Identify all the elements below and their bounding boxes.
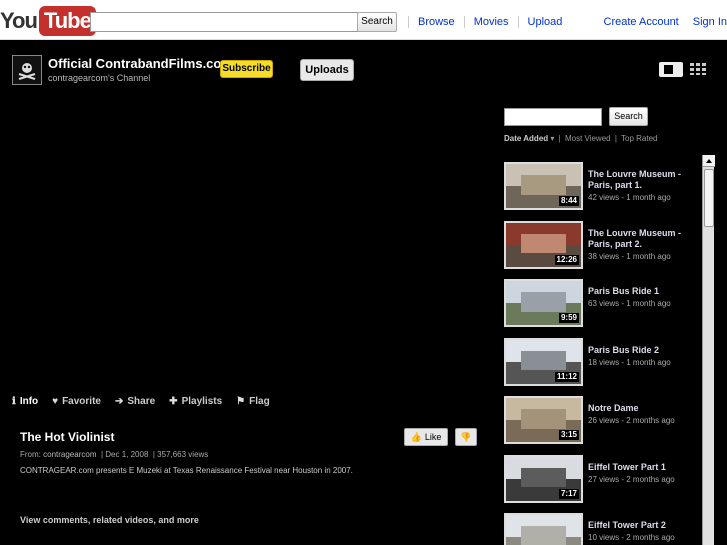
tab-info-label: Info <box>19 396 39 407</box>
video-thumbnail[interactable] <box>504 513 583 545</box>
video-item-meta: 42 views - 1 month ago <box>588 193 671 202</box>
subscribe-button[interactable]: Subscribe <box>220 60 273 78</box>
upload-date: Dec 1, 2008 <box>105 450 149 459</box>
video-item-title[interactable]: The Louvre Museum - Paris, part 2. <box>588 228 698 250</box>
tab-favorite[interactable]: ♥ Favorite <box>52 396 101 407</box>
video-item-meta: 38 views - 1 month ago <box>588 251 671 261</box>
tab-share-label: Share <box>127 396 156 407</box>
channel-search-input[interactable] <box>504 108 602 126</box>
scroll-up-arrow-icon[interactable] <box>703 155 715 167</box>
video-thumbnail[interactable]: 12:26 <box>504 220 583 269</box>
tab-share[interactable]: ➔ Share <box>115 396 155 407</box>
video-duration: 12:26 <box>554 254 579 265</box>
player-view-icon[interactable] <box>659 62 683 77</box>
video-title: The Hot Violinist <box>20 430 115 444</box>
top-bar: You Tube Search Browse Movies Upload Cre… <box>0 0 727 40</box>
youtube-logo[interactable]: You Tube <box>0 6 96 36</box>
video-item-meta: 26 views - 2 months ago <box>588 416 675 425</box>
scroll-thumb[interactable] <box>704 169 714 227</box>
nav-browse[interactable]: Browse <box>408 16 464 28</box>
channel-avatar[interactable] <box>12 55 42 85</box>
list-item[interactable]: 9:59 Paris Bus Ride 1 63 views - 1 month a… <box>504 279 701 331</box>
video-player[interactable] <box>10 92 490 384</box>
thumbs-up-icon: 👍 <box>410 431 422 442</box>
tab-playlists-label: Playlists <box>181 396 223 407</box>
sort-top-rated[interactable]: Top Rated <box>621 134 657 143</box>
thumbs-down-icon: 👎 <box>460 431 472 442</box>
list-item[interactable]: 11:12 Paris Bus Ride 2 18 views - 1 month … <box>504 337 701 390</box>
like-label: Like <box>424 432 442 442</box>
account-links: Create Account Sign In <box>590 16 727 28</box>
video-item-title[interactable]: Notre Dame <box>588 403 698 414</box>
video-thumbnail[interactable]: 3:15 <box>504 396 583 444</box>
sort-date-added[interactable]: Date Added <box>504 134 548 143</box>
video-duration: 11:12 <box>554 371 579 382</box>
video-item-meta: 10 views - 2 months ago <box>588 533 675 542</box>
grid-view-icon[interactable] <box>690 63 708 75</box>
video-duration: 9:59 <box>558 313 579 323</box>
flag-icon: ⚑ <box>236 396 246 407</box>
logo-you: You <box>0 8 38 33</box>
video-duration: 3:15 <box>558 430 579 440</box>
list-item[interactable]: 7:17 Eiffel Tower Part 1 27 views - 2 mont… <box>504 454 701 507</box>
arrow-right-icon: ➔ <box>114 396 124 407</box>
list-item[interactable]: 8:44 The Louvre Museum - Paris, part 1. 42… <box>504 162 701 214</box>
view-count: 357,663 views <box>157 450 209 459</box>
channel-search-button[interactable]: Search <box>609 107 648 126</box>
channel-title[interactable]: Official ContrabandFilms.com <box>48 56 233 71</box>
search-button[interactable]: Search <box>357 12 397 32</box>
video-list: 8:44 The Louvre Museum - Paris, part 1. 42… <box>498 156 701 545</box>
top-nav: Browse Movies Upload <box>408 16 571 28</box>
list-item[interactable]: 12:26 The Louvre Museum - Paris, part 2. 3… <box>504 220 701 273</box>
list-item[interactable]: Eiffel Tower Part 2 10 views - 2 months a… <box>504 513 701 545</box>
uploads-button[interactable]: Uploads <box>300 59 354 81</box>
video-thumbnail[interactable]: 11:12 <box>504 337 583 386</box>
video-item-title[interactable]: Eiffel Tower Part 1 <box>588 462 698 473</box>
video-item-meta: 27 views - 2 months ago <box>588 474 675 484</box>
video-thumbnail[interactable]: 9:59 <box>504 279 583 327</box>
tab-info[interactable]: ℹ Info <box>12 396 38 407</box>
dislike-button[interactable]: 👎 <box>455 428 477 446</box>
channel-subtitle: contragearcom's Channel <box>48 73 151 83</box>
sign-in-link[interactable]: Sign In <box>693 16 727 28</box>
video-item-title[interactable]: The Louvre Museum - Paris, part 1. <box>588 169 698 191</box>
tab-flag[interactable]: ⚑ Flag <box>236 396 270 407</box>
search-input[interactable] <box>90 12 358 32</box>
video-thumbnail[interactable]: 8:44 <box>504 162 583 210</box>
info-icon: ℹ <box>12 396 16 407</box>
video-item-meta: 18 views - 1 month ago <box>588 357 671 367</box>
logo-tube: Tube <box>38 6 96 36</box>
tab-favorite-label: Favorite <box>62 396 101 407</box>
like-button[interactable]: 👍 Like <box>404 428 448 446</box>
plus-icon: ✚ <box>169 396 178 407</box>
video-item-meta: 63 views - 1 month ago <box>588 299 671 308</box>
nav-movies[interactable]: Movies <box>463 16 518 28</box>
video-thumbnail[interactable]: 7:17 <box>504 454 583 503</box>
heart-icon: ♥ <box>52 396 59 407</box>
chevron-down-icon: ▾ <box>550 134 555 143</box>
skull-crossbones-icon <box>18 63 36 80</box>
action-tabs: ℹ Info ♥ Favorite ➔ Share ✚ Playlists ⚑ … <box>12 396 284 407</box>
tab-playlists[interactable]: ✚ Playlists <box>169 396 222 407</box>
create-account-link[interactable]: Create Account <box>604 16 679 28</box>
video-item-title[interactable]: Paris Bus Ride 1 <box>588 286 698 297</box>
video-duration: 8:44 <box>558 196 579 206</box>
tab-flag-label: Flag <box>249 396 270 407</box>
video-duration: 7:17 <box>558 488 579 499</box>
list-item[interactable]: 3:15 Notre Dame 26 views - 2 months ago <box>504 396 701 448</box>
video-meta: From: contragearcom | Dec 1, 2008 | 357,… <box>20 450 209 459</box>
video-description: CONTRAGEAR.com presents E Muzeki at Texa… <box>20 466 353 475</box>
video-list-scrollbar[interactable] <box>702 155 715 545</box>
from-label: From: <box>20 450 41 459</box>
sort-most-viewed[interactable]: Most Viewed <box>565 134 611 143</box>
sort-options: Date Added ▾ | Most Viewed | Top Rated <box>504 134 658 143</box>
video-item-title[interactable]: Eiffel Tower Part 2 <box>588 520 698 531</box>
nav-upload[interactable]: Upload <box>517 16 572 28</box>
video-item-title[interactable]: Paris Bus Ride 2 <box>588 345 698 356</box>
more-link[interactable]: View comments, related videos, and more <box>20 515 199 525</box>
uploader-link[interactable]: contragearcom <box>43 450 96 459</box>
